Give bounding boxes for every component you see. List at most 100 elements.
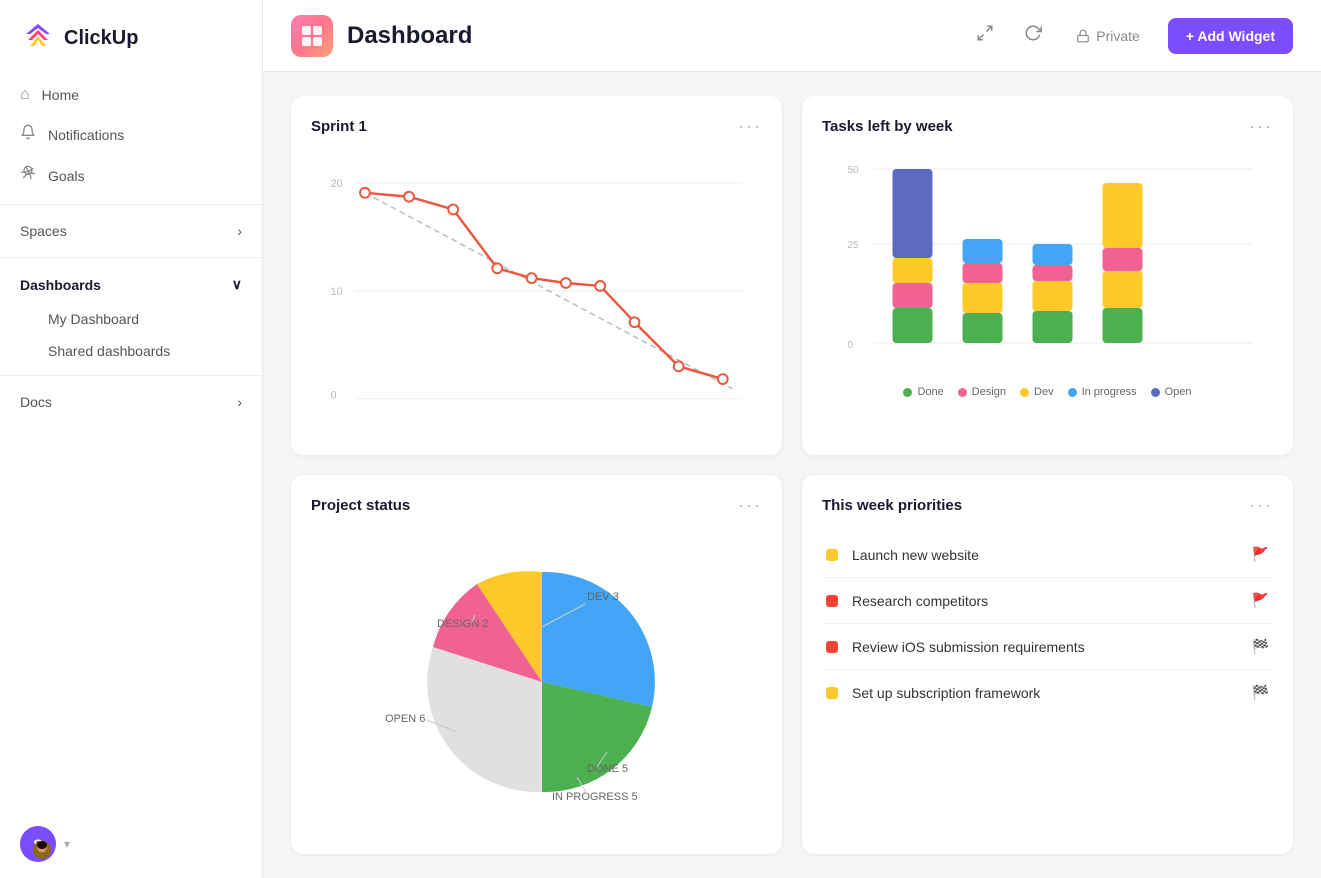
my-dashboard-label: My Dashboard	[48, 311, 139, 327]
priority-text-1: Launch new website	[852, 547, 1238, 563]
sidebar-docs[interactable]: Docs ›	[0, 384, 262, 420]
sidebar-item-home[interactable]: ⌂ Home	[0, 76, 262, 114]
bar-chart-container: 50 25 0	[822, 153, 1273, 413]
sidebar-notifications-label: Notifications	[48, 127, 124, 143]
svg-text:50: 50	[848, 165, 860, 176]
svg-text:IN PROGRESS 5: IN PROGRESS 5	[552, 791, 638, 803]
sidebar-dashboards-label: Dashboards	[20, 277, 101, 293]
pie-chart-container: DEV 3 DONE 5 DESIGN 2 OPEN 6 IN PROGRESS…	[311, 532, 762, 812]
legend-inprogress: In progress	[1068, 386, 1137, 398]
priorities-card-menu[interactable]: ···	[1249, 495, 1273, 516]
sidebar-goals-label: Goals	[48, 168, 85, 184]
sidebar-spaces-label: Spaces	[20, 223, 67, 239]
priority-item-1[interactable]: Launch new website 🚩	[822, 532, 1273, 578]
bar-chart-svg: 50 25 0	[822, 153, 1273, 373]
user-dropdown-icon: ▾	[64, 837, 70, 851]
svg-text:0: 0	[848, 340, 854, 351]
sidebar-my-dashboard[interactable]: My Dashboard	[0, 303, 262, 335]
legend-dev-dot	[1020, 388, 1029, 397]
legend-done: Done	[903, 386, 943, 398]
sidebar-divider-3	[0, 375, 262, 376]
svg-text:25: 25	[848, 240, 860, 251]
legend-design-label: Design	[972, 386, 1006, 398]
legend-open-dot	[1151, 388, 1160, 397]
legend-open: Open	[1151, 386, 1192, 398]
legend-inprogress-label: In progress	[1082, 386, 1137, 398]
logo-text: ClickUp	[64, 27, 138, 50]
logo-area[interactable]: ClickUp	[0, 0, 262, 72]
spaces-expand-icon: ›	[237, 223, 242, 239]
dashboard-header-icon	[291, 15, 333, 57]
add-widget-button[interactable]: + Add Widget	[1168, 18, 1293, 54]
user-avatar: S	[20, 826, 56, 862]
priorities-card-title: This week priorities	[822, 497, 962, 514]
legend-design: Design	[958, 386, 1006, 398]
priority-dot-1	[826, 549, 838, 561]
header-right: Private + Add Widget	[970, 18, 1293, 54]
svg-text:0: 0	[331, 390, 337, 402]
goals-icon	[20, 165, 36, 186]
sprint-card-menu[interactable]: ···	[738, 116, 762, 137]
tasks-card: Tasks left by week ··· 50 25 0	[802, 96, 1293, 455]
sidebar-shared-dashboards[interactable]: Shared dashboards	[0, 335, 262, 367]
project-status-card-title: Project status	[311, 497, 410, 514]
svg-text:DEV 3: DEV 3	[587, 591, 619, 603]
page-title: Dashboard	[347, 22, 472, 50]
sidebar-user[interactable]: S ▾	[0, 810, 262, 878]
priority-text-4: Set up subscription framework	[852, 685, 1238, 701]
project-status-card: Project status ···	[291, 475, 782, 854]
priority-flag-2: 🚩	[1252, 592, 1269, 609]
priority-list: Launch new website 🚩 Research competitor…	[822, 532, 1273, 715]
priorities-card: This week priorities ··· Launch new webs…	[802, 475, 1293, 854]
main-content: Dashboard Private + Add Widget Sprint 1 …	[263, 0, 1321, 878]
sidebar-item-goals[interactable]: Goals	[0, 155, 262, 196]
priority-text-3: Review iOS submission requirements	[852, 639, 1238, 655]
sidebar: ClickUp ⌂ Home Notifications Goals Space…	[0, 0, 263, 878]
clickup-logo-icon	[20, 20, 56, 56]
priority-item-3[interactable]: Review iOS submission requirements 🏁	[822, 624, 1273, 670]
private-label: Private	[1096, 28, 1140, 44]
docs-expand-icon: ›	[237, 394, 242, 410]
tasks-card-header: Tasks left by week ···	[822, 116, 1273, 137]
bar-chart-legend: Done Design Dev In progress	[822, 386, 1273, 398]
priorities-card-header: This week priorities ···	[822, 495, 1273, 516]
refresh-button[interactable]	[1018, 18, 1048, 53]
priority-flag-3: 🏁	[1252, 638, 1269, 655]
svg-text:DESIGN 2: DESIGN 2	[437, 618, 488, 630]
pie-chart-svg: DEV 3 DONE 5 DESIGN 2 OPEN 6 IN PROGRESS…	[357, 532, 717, 812]
sprint-card-header: Sprint 1 ···	[311, 116, 762, 137]
sidebar-home-label: Home	[42, 87, 79, 103]
shared-dashboards-label: Shared dashboards	[48, 343, 170, 359]
priority-item-4[interactable]: Set up subscription framework 🏁	[822, 670, 1273, 715]
legend-design-dot	[958, 388, 967, 397]
legend-done-label: Done	[917, 386, 943, 398]
project-status-card-menu[interactable]: ···	[738, 495, 762, 516]
svg-text:DONE 5: DONE 5	[587, 763, 628, 775]
sidebar-divider-2	[0, 257, 262, 258]
sprint-card: Sprint 1 ··· 20 10 0	[291, 96, 782, 455]
sprint-svg: 20 10 0	[311, 153, 762, 413]
header-left: Dashboard	[291, 15, 472, 57]
sidebar-dashboards[interactable]: Dashboards ∨	[0, 266, 262, 303]
legend-dev-label: Dev	[1034, 386, 1054, 398]
priority-flag-1: 🚩	[1252, 546, 1269, 563]
notifications-icon	[20, 124, 36, 145]
sidebar-docs-label: Docs	[20, 394, 52, 410]
sidebar-item-notifications[interactable]: Notifications	[0, 114, 262, 155]
svg-text:10: 10	[331, 286, 343, 298]
priority-dot-4	[826, 687, 838, 699]
priority-dot-2	[826, 595, 838, 607]
sprint-chart: 20 10 0	[311, 153, 762, 413]
svg-text:20: 20	[331, 178, 343, 190]
legend-done-dot	[903, 388, 912, 397]
sprint-card-title: Sprint 1	[311, 118, 367, 135]
sidebar-spaces[interactable]: Spaces ›	[0, 213, 262, 249]
home-icon: ⌂	[20, 86, 30, 104]
priority-item-2[interactable]: Research competitors 🚩	[822, 578, 1273, 624]
legend-inprogress-dot	[1068, 388, 1077, 397]
expand-button[interactable]	[970, 18, 1000, 53]
legend-open-label: Open	[1165, 386, 1192, 398]
private-button[interactable]: Private	[1066, 22, 1150, 50]
tasks-card-menu[interactable]: ···	[1249, 116, 1273, 137]
tasks-card-title: Tasks left by week	[822, 118, 953, 135]
